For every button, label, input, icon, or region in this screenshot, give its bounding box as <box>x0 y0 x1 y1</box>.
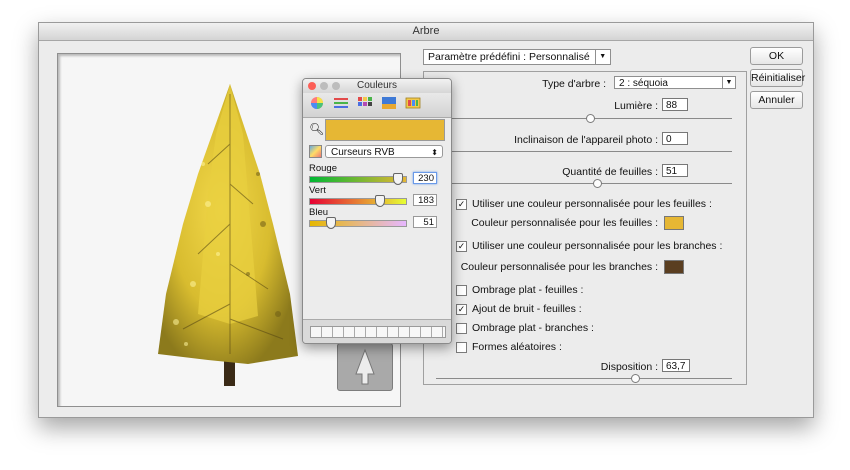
leaf-amount-field[interactable]: 51 <box>662 164 688 177</box>
light-slider-knob[interactable] <box>586 114 595 123</box>
random-shapes-label: Formes aléatoires : <box>472 341 562 353</box>
green-slider-knob[interactable] <box>375 195 385 207</box>
arrangement-slider[interactable] <box>436 374 732 383</box>
green-slider[interactable] <box>309 195 407 207</box>
random-shapes-checkbox[interactable] <box>456 342 467 353</box>
magnifier-icon[interactable]: 🔍︎ <box>309 122 324 136</box>
light-label: Lumière : <box>614 100 658 112</box>
leaf-color-label: Couleur personnalisée pour les feuilles … <box>471 217 658 229</box>
preset-select[interactable]: Paramètre prédéfini : Personnalisé ▼ <box>423 49 611 65</box>
use-leaf-color-label: Utiliser une couleur personnalisée pour … <box>472 198 712 210</box>
light-field[interactable]: 88 <box>662 98 688 111</box>
light-slider[interactable] <box>436 114 732 123</box>
use-branch-color-checkbox[interactable]: ✓ <box>456 241 467 252</box>
leaf-amount-slider-knob[interactable] <box>593 179 602 188</box>
arrangement-field[interactable]: 63,7 <box>662 359 690 372</box>
swatch-tray <box>303 319 451 343</box>
preset-label: Paramètre prédéfini : Personnalisé <box>428 51 590 63</box>
use-leaf-color-checkbox[interactable]: ✓ <box>456 199 467 210</box>
camera-tilt-slider[interactable] <box>436 151 732 152</box>
tree-type-select[interactable]: 2 : séquoia ▼ <box>614 76 736 89</box>
arrangement-label: Disposition : <box>600 361 658 373</box>
window-title: Arbre <box>39 23 813 41</box>
colors-palette: Couleurs 🔍︎ Curseurs RVB ⬍ Rouge 230 Ver… <box>302 78 452 344</box>
camera-tilt-label: Inclinaison de l'appareil photo : <box>514 134 658 146</box>
tree-type-value: 2 : séquoia <box>619 78 668 89</box>
palette-toolbar <box>303 93 451 118</box>
blue-slider-knob[interactable] <box>326 217 336 229</box>
red-slider[interactable] <box>309 173 407 185</box>
blue-value-field[interactable]: 51 <box>413 216 437 228</box>
red-label: Rouge <box>309 163 337 174</box>
minimize-icon[interactable] <box>320 82 328 90</box>
camera-tilt-field[interactable]: 0 <box>662 132 688 145</box>
noise-leaves-checkbox[interactable]: ✓ <box>456 304 467 315</box>
image-palettes-icon[interactable] <box>381 96 397 110</box>
flat-shading-leaves-checkbox[interactable] <box>456 285 467 296</box>
color-sliders-icon[interactable] <box>333 96 349 110</box>
branch-color-label: Couleur personnalisée pour les branches … <box>460 261 658 273</box>
leaf-amount-slider[interactable] <box>436 179 732 188</box>
green-value-field[interactable]: 183 <box>413 194 437 206</box>
tree-type-label: Type d'arbre : <box>542 78 606 90</box>
color-mode-select[interactable]: Curseurs RVB ⬍ <box>325 145 443 158</box>
red-value-field[interactable]: 230 <box>413 172 437 184</box>
color-palettes-icon[interactable] <box>357 96 373 110</box>
reset-button[interactable]: Réinitialiser <box>750 69 805 87</box>
parameters-panel: Type d'arbre : 2 : séquoia ▼ Lumière : 8… <box>423 71 747 385</box>
branch-color-swatch[interactable] <box>664 260 684 274</box>
leaf-color-swatch[interactable] <box>664 216 684 230</box>
flat-shading-leaves-label: Ombrage plat - feuilles : <box>472 284 584 296</box>
zoom-icon[interactable] <box>332 82 340 90</box>
close-icon[interactable] <box>308 82 316 90</box>
noise-leaves-label: Ajout de bruit - feuilles : <box>472 303 582 315</box>
blue-slider[interactable] <box>309 217 407 229</box>
tree-shape-thumbnail[interactable] <box>337 343 393 391</box>
flat-shading-branches-checkbox[interactable] <box>456 323 467 334</box>
chevron-updown-icon: ⬍ <box>431 148 438 157</box>
color-mode-value: Curseurs RVB <box>331 147 395 158</box>
current-color-swatch[interactable] <box>325 119 445 141</box>
leaf-amount-label: Quantité de feuilles : <box>562 166 658 178</box>
saved-color-cells[interactable] <box>310 326 446 338</box>
crayons-icon[interactable] <box>405 96 421 110</box>
color-mode-icon <box>309 145 322 158</box>
flat-shading-branches-label: Ombrage plat - branches : <box>472 322 594 334</box>
tree-shape-icon <box>355 348 375 385</box>
ok-button[interactable]: OK <box>750 47 803 65</box>
green-label: Vert <box>309 185 326 196</box>
cancel-button[interactable]: Annuler <box>750 91 803 109</box>
color-wheel-icon[interactable] <box>309 96 325 110</box>
chevron-down-icon: ▼ <box>722 77 735 88</box>
red-slider-knob[interactable] <box>393 173 403 185</box>
chevron-down-icon: ▼ <box>594 50 610 64</box>
arrangement-slider-knob[interactable] <box>631 374 640 383</box>
blue-label: Bleu <box>309 207 329 218</box>
use-branch-color-label: Utiliser une couleur personnalisée pour … <box>472 240 723 252</box>
